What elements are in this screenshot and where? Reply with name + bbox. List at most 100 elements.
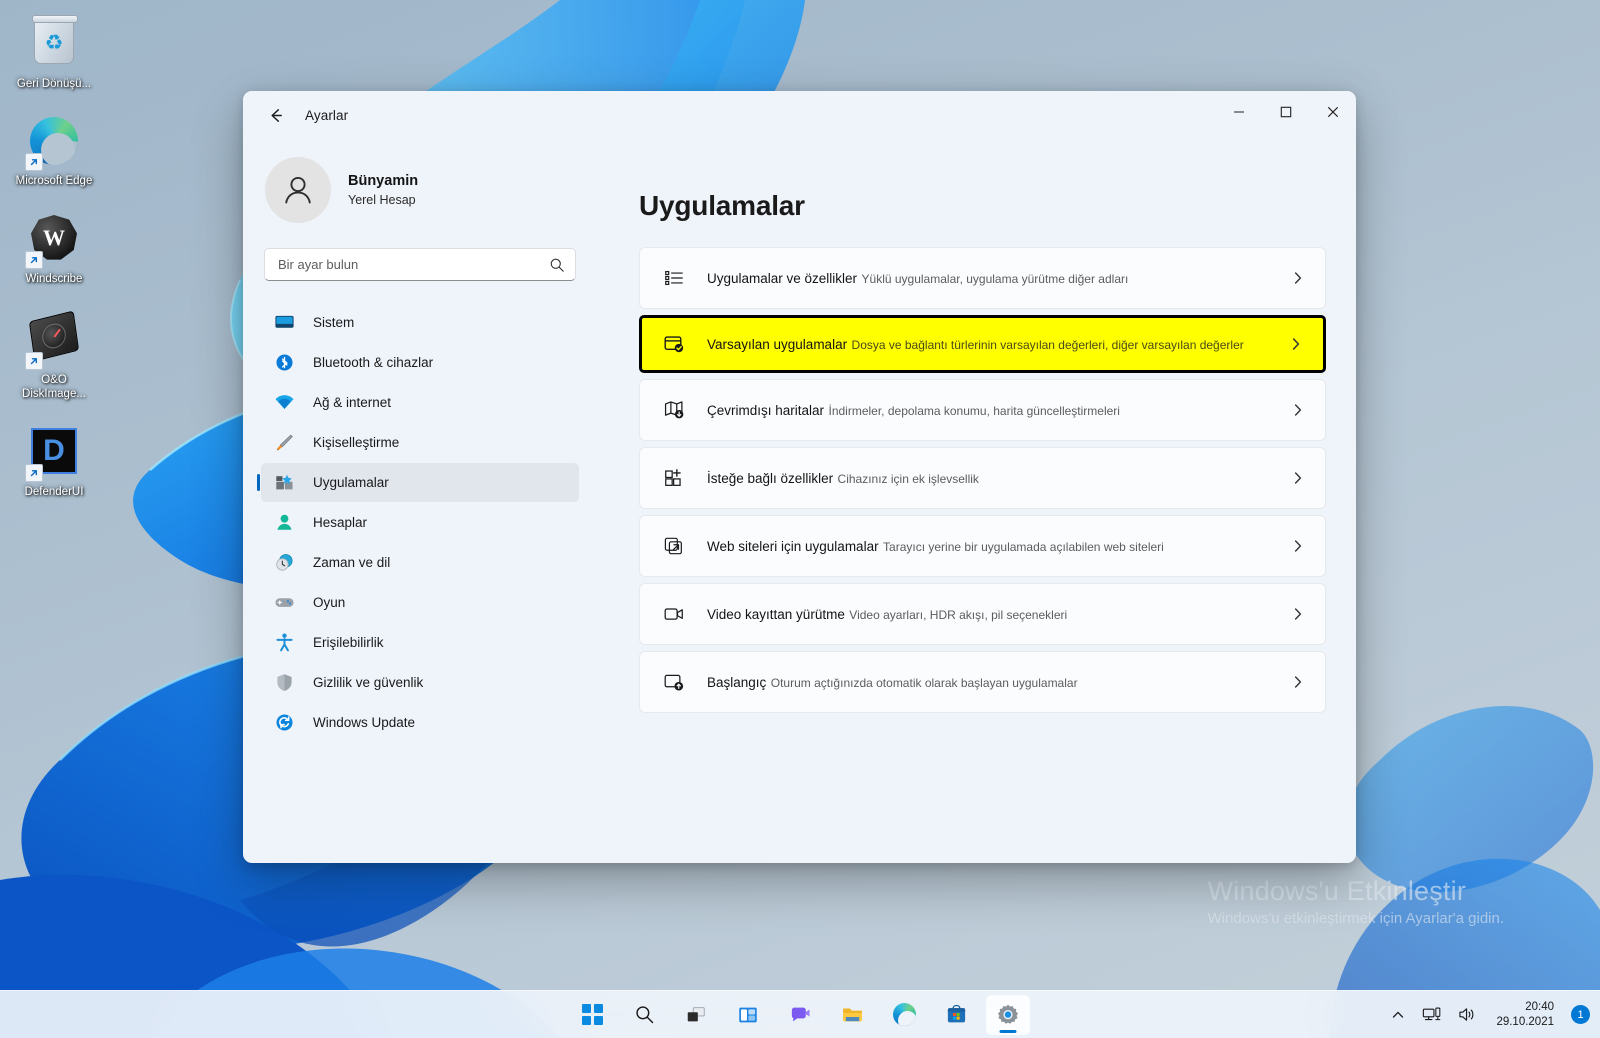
chevron-right-icon — [1285, 337, 1307, 351]
paintbrush-icon — [273, 432, 295, 454]
card-cevrimdisi-haritalar[interactable]: Çevrimdışı haritalar İndirmeler, depolam… — [639, 379, 1326, 441]
sidebar-item-zaman-ve-dil[interactable]: Zaman ve dil — [261, 543, 579, 582]
sidebar-item-label: Sistem — [313, 315, 355, 330]
sidebar-item-label: Zaman ve dil — [313, 555, 391, 570]
windows-logo-icon — [581, 1004, 603, 1025]
card-title: İsteğe bağlı özellikler — [707, 470, 834, 486]
widgets-button[interactable] — [726, 995, 770, 1035]
chevron-right-icon — [1287, 607, 1309, 621]
widgets-icon — [739, 1007, 757, 1022]
network-button[interactable] — [1416, 1002, 1447, 1027]
start-button[interactable] — [570, 995, 614, 1035]
desktop-icon-label: O&O DiskImage... — [22, 374, 86, 400]
video-camera-icon — [661, 601, 687, 627]
card-text: Çevrimdışı haritalar İndirmeler, depolam… — [707, 401, 1287, 420]
task-view-button[interactable] — [674, 995, 718, 1035]
sidebar-item-kisisellestirme[interactable]: Kişiselleştirme — [261, 423, 579, 462]
sidebar-item-label: Bluetooth & cihazlar — [313, 355, 434, 370]
card-baslangic[interactable]: Başlangıç Oturum açtığınızda otomatik ol… — [639, 651, 1326, 713]
window-body: Bünyamin Yerel Hesap Bir ayar bulun Sist… — [243, 139, 1356, 863]
window-title: Ayarlar — [305, 107, 349, 123]
sidebar-item-oyun[interactable]: Oyun — [261, 583, 579, 622]
sidebar-item-sistem[interactable]: Sistem — [261, 303, 579, 342]
folder-icon — [842, 1008, 862, 1022]
sidebar-item-uygulamalar[interactable]: Uygulamalar — [257, 463, 579, 502]
edge-button[interactable] — [882, 995, 926, 1035]
account-name: Bünyamin — [348, 172, 419, 189]
sidebar-item-label: Uygulamalar — [313, 475, 389, 490]
apps-icon — [273, 472, 295, 494]
search-icon — [635, 1006, 653, 1024]
settings-button[interactable] — [986, 994, 1030, 1035]
chevron-right-icon — [1287, 403, 1309, 417]
sidebar-item-gizlilik-ve-guvenlik[interactable]: Gizlilik ve güvenlik — [261, 663, 579, 702]
monitor-icon — [273, 312, 295, 334]
chat-button[interactable] — [778, 995, 822, 1035]
sidebar-item-label: Gizlilik ve güvenlik — [313, 675, 424, 690]
person-icon — [273, 512, 295, 534]
store-button[interactable] — [934, 995, 978, 1035]
card-title: Çevrimdışı haritalar — [707, 402, 825, 418]
chat-icon — [791, 1007, 810, 1022]
card-varsayilan-uygulamalar[interactable]: Varsayılan uygulamalar Dosya ve bağlantı… — [639, 315, 1326, 373]
external-link-icon — [661, 533, 687, 559]
card-video-kayittan-yurutme[interactable]: Video kayıttan yürütme Video ayarları, H… — [639, 583, 1326, 645]
search-input[interactable] — [278, 257, 549, 272]
sidebar-item-label: Kişiselleştirme — [313, 435, 400, 450]
store-icon — [947, 1004, 965, 1023]
account-card[interactable]: Bünyamin Yerel Hesap — [261, 147, 579, 231]
sidebar-item-hesaplar[interactable]: Hesaplar — [261, 503, 579, 542]
desktop-icon-recycle-bin[interactable]: ♻ Geri Dönüşü... — [6, 10, 102, 95]
maximize-button[interactable] — [1262, 91, 1309, 133]
shortcut-arrow-icon — [25, 352, 43, 370]
sidebar: Bünyamin Yerel Hesap Bir ayar bulun Sist… — [243, 139, 593, 863]
search-button[interactable] — [622, 995, 666, 1035]
startup-icon — [661, 669, 687, 695]
sidebar-item-ag-internet[interactable]: Ağ & internet — [261, 383, 579, 422]
desktop-icon-defenderui[interactable]: D DefenderUI — [6, 419, 102, 503]
card-subtitle: Cihazınız için ek işlevsellik — [837, 471, 979, 486]
search-box[interactable] — [264, 248, 576, 281]
card-istege-bagli-ozellikler[interactable]: İsteğe bağlı özellikler Cihazınız için e… — [639, 447, 1326, 509]
close-icon — [1327, 106, 1338, 118]
grid-plus-icon — [661, 465, 687, 491]
desktop-icon-label: Windscribe — [25, 273, 83, 285]
update-icon — [273, 712, 295, 734]
card-text: İsteğe bağlı özellikler Cihazınız için e… — [707, 469, 1287, 488]
sidebar-item-windows-update[interactable]: Windows Update — [261, 703, 579, 742]
clock[interactable]: 20:40 29.10.2021 — [1488, 997, 1562, 1033]
main-content: Uygulamalar Uygulamalar ve özellikler Yü… — [593, 139, 1356, 863]
desktop-icon-microsoft-edge[interactable]: Microsoft Edge — [6, 109, 102, 192]
minimize-button[interactable] — [1215, 91, 1262, 133]
card-subtitle: Dosya ve bağlantı türlerinin varsayılan … — [851, 337, 1244, 352]
settings-window: Ayarlar Bünyamin Yerel Hesap Bir ayar bu… — [243, 91, 1356, 863]
close-button[interactable] — [1309, 91, 1356, 133]
volume-button[interactable] — [1452, 1002, 1483, 1027]
taskbar: 20:40 29.10.2021 1 — [0, 990, 1600, 1038]
desktop: ♻ Geri Dönüşü... Microsoft Edge W Windsc… — [0, 0, 1600, 1038]
edge-icon — [25, 117, 80, 171]
chevron-right-icon — [1287, 675, 1309, 689]
accessibility-icon — [273, 632, 295, 654]
volume-icon — [1459, 1008, 1474, 1021]
desktop-icon-oo-diskimage[interactable]: O&O DiskImage... — [6, 304, 102, 405]
file-explorer-button[interactable] — [830, 995, 874, 1035]
shortcut-arrow-icon — [25, 464, 43, 482]
card-web-siteleri-icin-uygulamalar[interactable]: Web siteleri için uygulamalar Tarayıcı y… — [639, 515, 1326, 577]
back-button[interactable] — [257, 99, 293, 131]
desktop-icon-label: DefenderUI — [24, 486, 84, 498]
card-text: Başlangıç Oturum açtığınızda otomatik ol… — [707, 673, 1287, 692]
tray-expand-button[interactable] — [1385, 1004, 1411, 1026]
maximize-icon — [1280, 106, 1291, 118]
sidebar-item-bluetooth-cihazlar[interactable]: Bluetooth & cihazlar — [261, 343, 579, 382]
window-controls — [1215, 91, 1356, 139]
desktop-icon-windscribe[interactable]: W Windscribe — [6, 206, 102, 290]
card-uygulamalar-ve-ozellikler[interactable]: Uygulamalar ve özellikler Yüklü uygulama… — [639, 247, 1326, 309]
card-title: Başlangıç — [707, 674, 767, 690]
network-icon — [1423, 1007, 1441, 1021]
sidebar-item-erisilebilirlik[interactable]: Erişilebilirlik — [261, 623, 579, 662]
page-title: Uygulamalar — [639, 190, 805, 221]
card-title: Varsayılan uygulamalar — [707, 336, 848, 352]
card-subtitle: Tarayıcı yerine bir uygulamada açılabile… — [883, 539, 1164, 554]
notification-badge[interactable]: 1 — [1571, 1005, 1590, 1024]
